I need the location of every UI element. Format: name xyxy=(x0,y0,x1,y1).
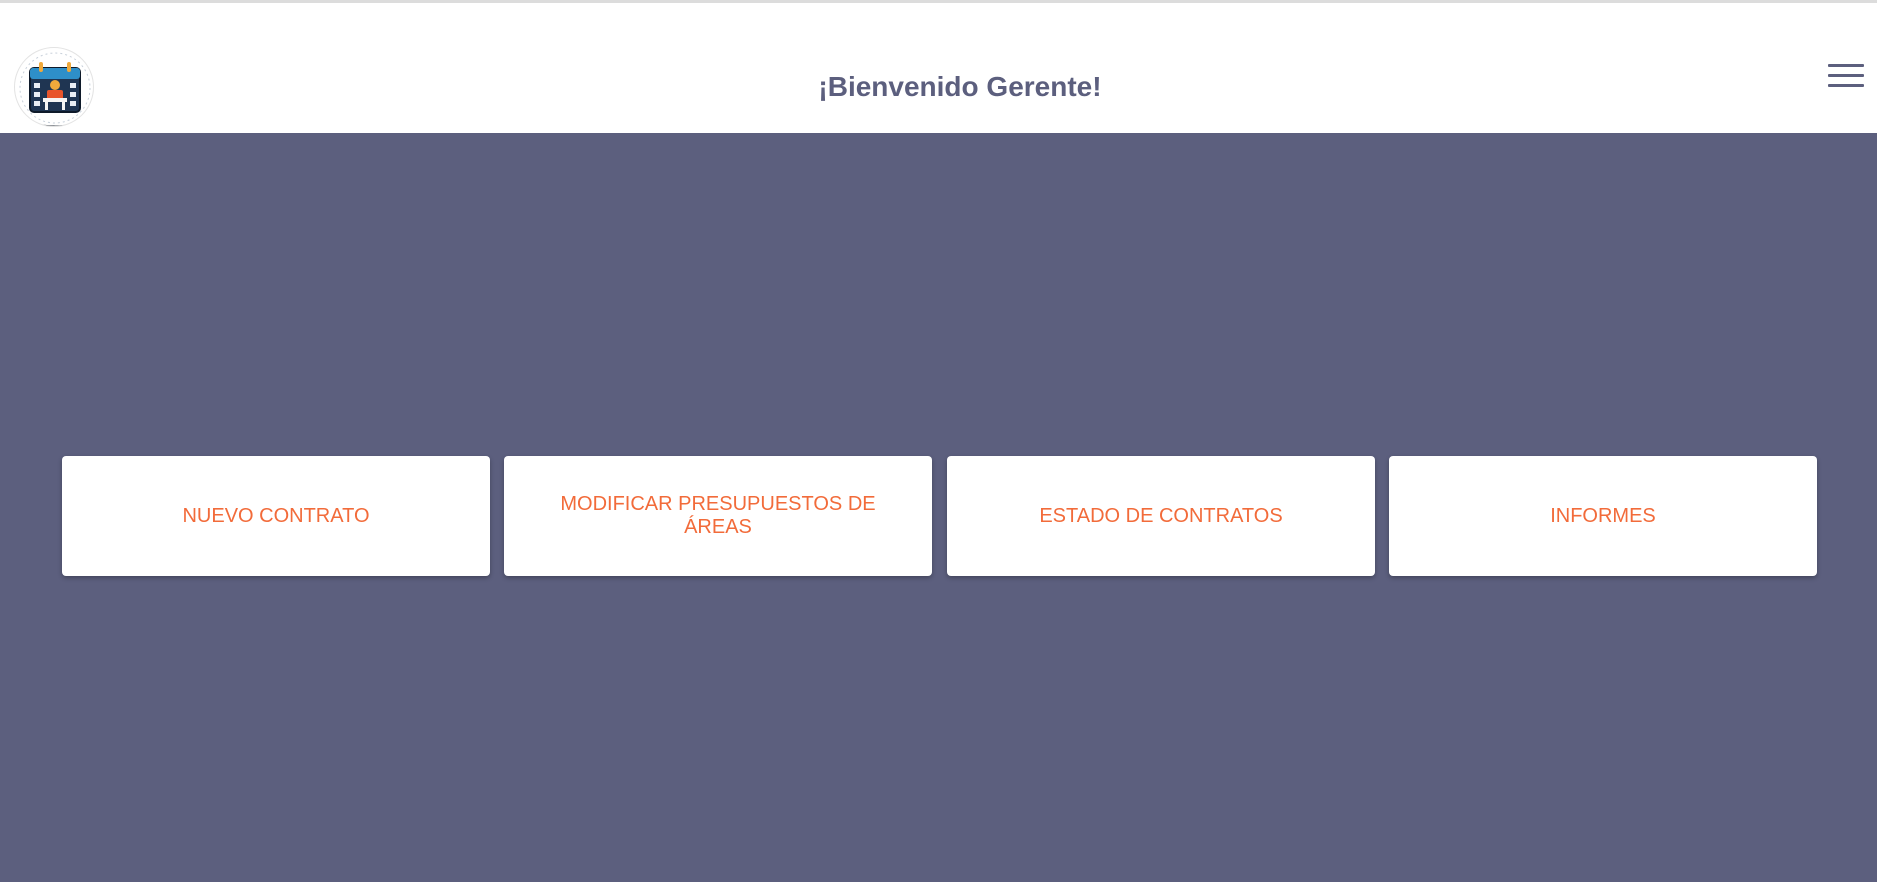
page-title: ¡Bienvenido Gerente! xyxy=(818,71,1102,102)
contract-status-label: ESTADO DE CONTRATOS xyxy=(1039,504,1283,527)
app-header: ¡Bienvenido Gerente! xyxy=(0,3,1877,133)
modify-area-budgets-button[interactable]: MODIFICAR PRESUPUESTOS DE ÁREAS xyxy=(504,456,932,576)
new-contract-label: NUEVO CONTRATO xyxy=(182,504,370,527)
reports-button[interactable]: INFORMES xyxy=(1389,456,1817,576)
new-contract-button[interactable]: NUEVO CONTRATO xyxy=(62,456,490,576)
hamburger-menu-icon[interactable] xyxy=(1826,61,1866,93)
contract-status-button[interactable]: ESTADO DE CONTRATOS xyxy=(947,456,1375,576)
modify-area-budgets-label: MODIFICAR PRESUPUESTOS DE ÁREAS xyxy=(560,493,876,538)
main-content: NUEVO CONTRATO MODIFICAR PRESUPUESTOS DE… xyxy=(0,133,1877,882)
reports-label: INFORMES xyxy=(1550,504,1656,527)
